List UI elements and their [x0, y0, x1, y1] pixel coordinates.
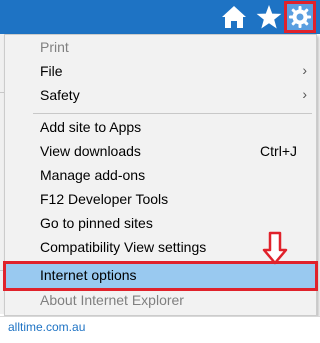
- menu-separator: [33, 113, 312, 114]
- down-arrow-annotation: [262, 231, 288, 265]
- menu-item-add-site-to-apps[interactable]: Add site to Apps: [6, 116, 315, 140]
- menu-item-manage-add-ons[interactable]: Manage add-ons: [6, 164, 315, 188]
- menu-item-view-downloads[interactable]: View downloads Ctrl+J: [6, 140, 315, 164]
- menu-item-label: Safety: [40, 87, 80, 103]
- menu-item-file[interactable]: File ›: [6, 60, 315, 84]
- chevron-right-icon: ›: [302, 86, 307, 102]
- menu-item-print: Print: [6, 36, 315, 60]
- menu-item-label: File: [40, 63, 63, 79]
- menu-item-label: Internet options: [40, 267, 137, 283]
- menu-item-label: Manage add-ons: [40, 167, 146, 183]
- menu-item-shortcut: Ctrl+J: [260, 143, 297, 159]
- gear-icon: [289, 6, 311, 28]
- menu-item-label: Add site to Apps: [40, 119, 142, 135]
- status-divider: [0, 316, 320, 317]
- menu-item-internet-options[interactable]: Internet options: [6, 264, 315, 288]
- menu-item-label: F12 Developer Tools: [40, 191, 169, 207]
- menu-item-safety[interactable]: Safety ›: [6, 84, 315, 108]
- tools-button[interactable]: [284, 1, 316, 33]
- menu-item-label: View downloads: [40, 143, 141, 159]
- watermark-site: alltime.com.au: [8, 320, 86, 334]
- home-icon[interactable]: [220, 4, 248, 30]
- menu-item-label: Compatibility View settings: [40, 239, 207, 255]
- status-bar: alltime.com.au: [0, 316, 320, 343]
- menu-item-label: Go to pinned sites: [40, 215, 153, 231]
- tools-menu: Print File › Safety › Add site to Apps V…: [4, 34, 317, 316]
- menu-item-label: Print: [40, 39, 69, 55]
- menu-item-f12-developer-tools[interactable]: F12 Developer Tools: [6, 188, 315, 212]
- toolbar: [0, 0, 320, 34]
- star-icon[interactable]: [255, 4, 283, 30]
- menu-item-label: About Internet Explorer: [40, 292, 184, 308]
- chevron-right-icon: ›: [302, 62, 307, 78]
- menu-item-about-internet-explorer: About Internet Explorer: [6, 289, 315, 313]
